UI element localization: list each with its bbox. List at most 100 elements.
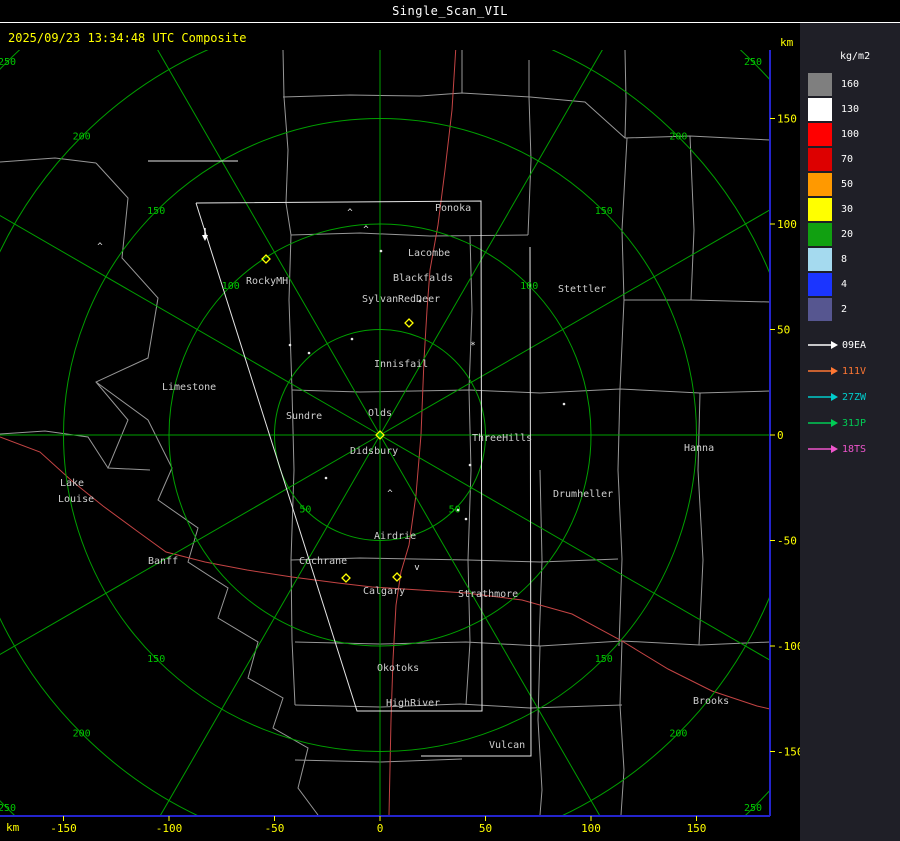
city-label: Sylvan (362, 294, 398, 305)
y-axis-tick-label: -50 (777, 535, 797, 548)
county-boundary (617, 388, 623, 647)
radar-id-label: 09EA (842, 339, 867, 351)
city-label: Lacombe (408, 248, 450, 259)
colorbar-swatch (808, 148, 832, 171)
colorbar-swatch (808, 98, 832, 121)
radar-legend-item[interactable]: 111V (800, 358, 900, 384)
radar-id-label: 31JP (842, 417, 867, 429)
azimuth-line (379, 209, 770, 436)
radar-map[interactable]: 50 50100 100150 150150 150200 200200 200250 250… (0, 0, 900, 841)
county-boundary (282, 92, 531, 98)
city-label: Olds (368, 408, 392, 419)
city-label: ThreeHills (472, 433, 532, 444)
city-label: Cochrane (299, 556, 347, 567)
colorbar-swatch (808, 198, 832, 221)
radar-legend-item[interactable]: 18TS (800, 436, 900, 462)
town-dot (379, 249, 383, 253)
city-label: Louise (58, 494, 94, 505)
colorbar-row: 20 (800, 222, 900, 247)
city-label: Lake (60, 478, 84, 489)
city-label: Brooks (693, 696, 729, 707)
county-boundary (697, 392, 704, 646)
colorbar: 160 130 100 70 50 30 20 8 4 2 (800, 72, 900, 322)
county-boundary (529, 96, 770, 141)
x-axis-tick-label: 150 (687, 822, 707, 835)
town-caret: v (414, 563, 419, 573)
radar-legend-item[interactable]: 31JP (800, 410, 900, 436)
radar-legend-item[interactable]: 09EA (800, 332, 900, 358)
range-ring-label: 100 (520, 281, 538, 292)
radar-id-label: 18TS (842, 443, 867, 455)
colorbar-value: 130 (841, 104, 860, 115)
colorbar-swatch (808, 273, 832, 296)
radar-arrow-icon (808, 445, 838, 453)
colorbar-row: 70 (800, 147, 900, 172)
scan-area-outline (421, 246, 532, 757)
town-dot (288, 343, 292, 347)
town-dot (350, 337, 354, 341)
town-dot (307, 351, 311, 355)
city-label: Sundre (286, 411, 322, 422)
colorbar-row: 30 (800, 197, 900, 222)
county-boundary (294, 758, 463, 763)
x-axis-tick-label: 100 (581, 822, 601, 835)
city-label: Ponoka (435, 203, 471, 214)
county-boundary (689, 135, 695, 301)
range-ring-label: 250 (0, 803, 16, 814)
radar-arrow-icon (808, 367, 838, 375)
city-label: Stettler (558, 284, 606, 295)
colorbar-value: 4 (841, 279, 848, 290)
city-label: Didsbury (350, 446, 398, 457)
colorbar-value: 70 (841, 154, 854, 165)
county-boundary (282, 50, 292, 236)
city-label: Innisfail (374, 359, 428, 370)
radar-arrow-icon (808, 341, 838, 349)
colorbar-value: 20 (841, 229, 854, 240)
range-ring-label: 100 (222, 281, 240, 292)
town-caret: ^ (363, 225, 369, 235)
x-axis-tick-label: -100 (156, 822, 183, 835)
county-boundary (468, 235, 473, 391)
x-axis-tick-label: 50 (479, 822, 492, 835)
county-boundary (538, 469, 543, 647)
city-label: HighRiver (386, 698, 440, 709)
county-boundary (624, 299, 770, 303)
azimuth-line (379, 434, 601, 816)
city-label: Blackfalds (393, 273, 453, 284)
azimuth-line (157, 50, 381, 436)
colorbar-row: 50 (800, 172, 900, 197)
range-ring-label: 150 (147, 206, 165, 217)
city-label: RockyMH (246, 276, 288, 287)
county-boundary (291, 388, 770, 394)
town-dot (562, 402, 566, 406)
radar-id-label: 111V (842, 365, 867, 377)
city-label: Calgary (363, 586, 405, 597)
colorbar-value: 8 (841, 254, 848, 265)
colorbar-row: 100 (800, 122, 900, 147)
city-label: Hanna (684, 443, 714, 454)
radar-legend-item[interactable]: 27ZW (800, 384, 900, 410)
county-boundary (527, 60, 532, 236)
radar-site-marker (404, 318, 414, 328)
county-boundary (294, 703, 623, 709)
county-boundary (0, 157, 97, 164)
county-boundary (0, 430, 109, 469)
azimuth-line (379, 434, 770, 661)
city-label: Vulcan (489, 740, 525, 751)
y-axis-tick-label: 150 (777, 113, 797, 126)
x-axis-tick-label: 0 (377, 822, 384, 835)
county-boundary (95, 381, 319, 816)
town-caret: ^ (97, 242, 103, 252)
radar-arrow-icon (808, 419, 838, 427)
y-axis-tick-label: 100 (777, 218, 797, 231)
city-label: Drumheller (553, 489, 613, 500)
range-ring-label: 250 (744, 57, 762, 68)
colorbar-swatch (808, 298, 832, 321)
city-label: Limestone (162, 382, 216, 393)
range-ring-label: 250 (0, 57, 16, 68)
range-ring-label: 50 (299, 505, 311, 516)
colorbar-value: 160 (841, 79, 860, 90)
town-caret: ^ (387, 489, 393, 499)
city-label: Banff (148, 556, 178, 567)
range-ring-label: 150 (595, 654, 613, 665)
